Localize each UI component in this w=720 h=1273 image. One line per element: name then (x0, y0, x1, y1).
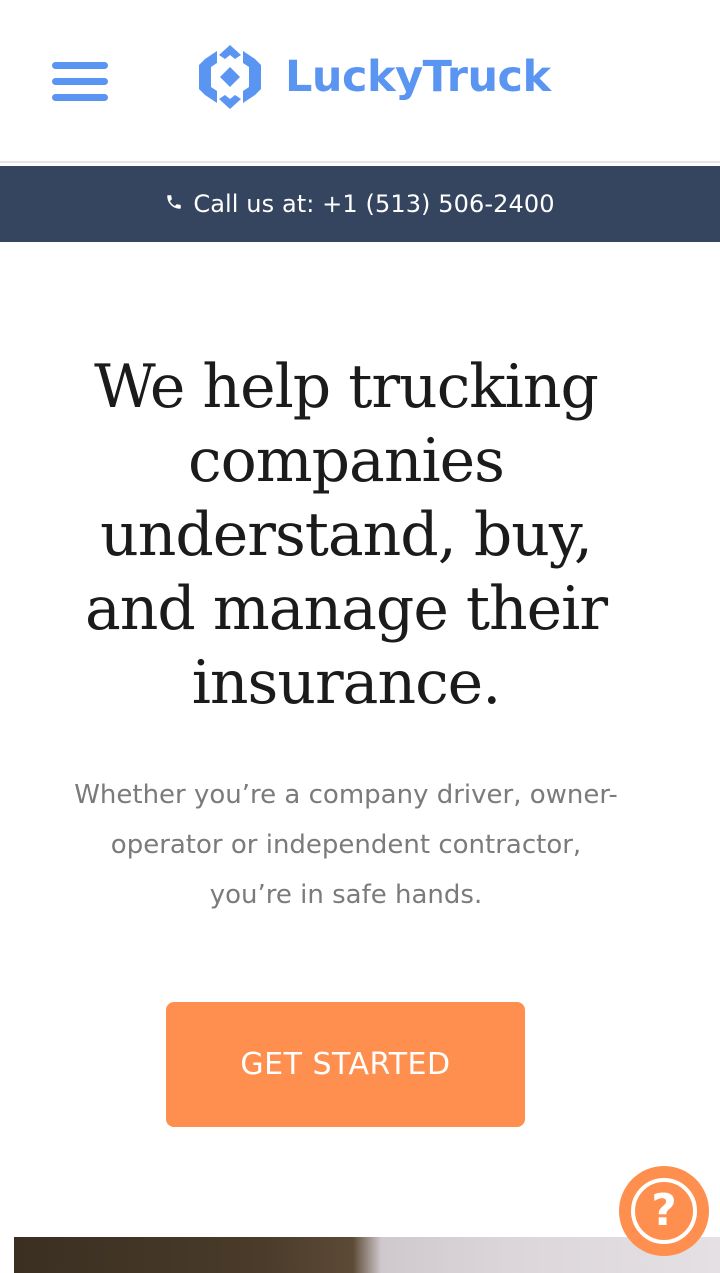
menu-bar-middle (52, 78, 108, 85)
hero-title: We help trucking companies understand, b… (84, 352, 608, 718)
call-us-bar[interactable]: Call us at: +1 (513) 506-2400 (0, 166, 720, 242)
site-header: LuckyTruck (0, 0, 720, 163)
get-started-button[interactable]: GET STARTED (166, 1002, 525, 1127)
hero-subtitle: Whether you’re a company driver, owner-o… (74, 780, 618, 910)
luckytruck-logo-icon (199, 45, 261, 109)
hamburger-menu-icon[interactable] (52, 62, 108, 104)
phone-icon (167, 195, 182, 209)
logo-text: LuckyTruck (285, 51, 551, 102)
site-logo[interactable]: LuckyTruck (197, 45, 551, 109)
hero-image (14, 1237, 720, 1273)
question-mark-icon: ? (631, 1178, 697, 1244)
help-button[interactable]: ? (619, 1166, 709, 1256)
menu-bar-top (52, 62, 108, 69)
call-us-text: Call us at: +1 (513) 506-2400 (193, 190, 555, 218)
menu-bar-bottom (52, 94, 108, 101)
page: LuckyTruck Call us at: +1 (513) 506-2400… (0, 0, 720, 1273)
